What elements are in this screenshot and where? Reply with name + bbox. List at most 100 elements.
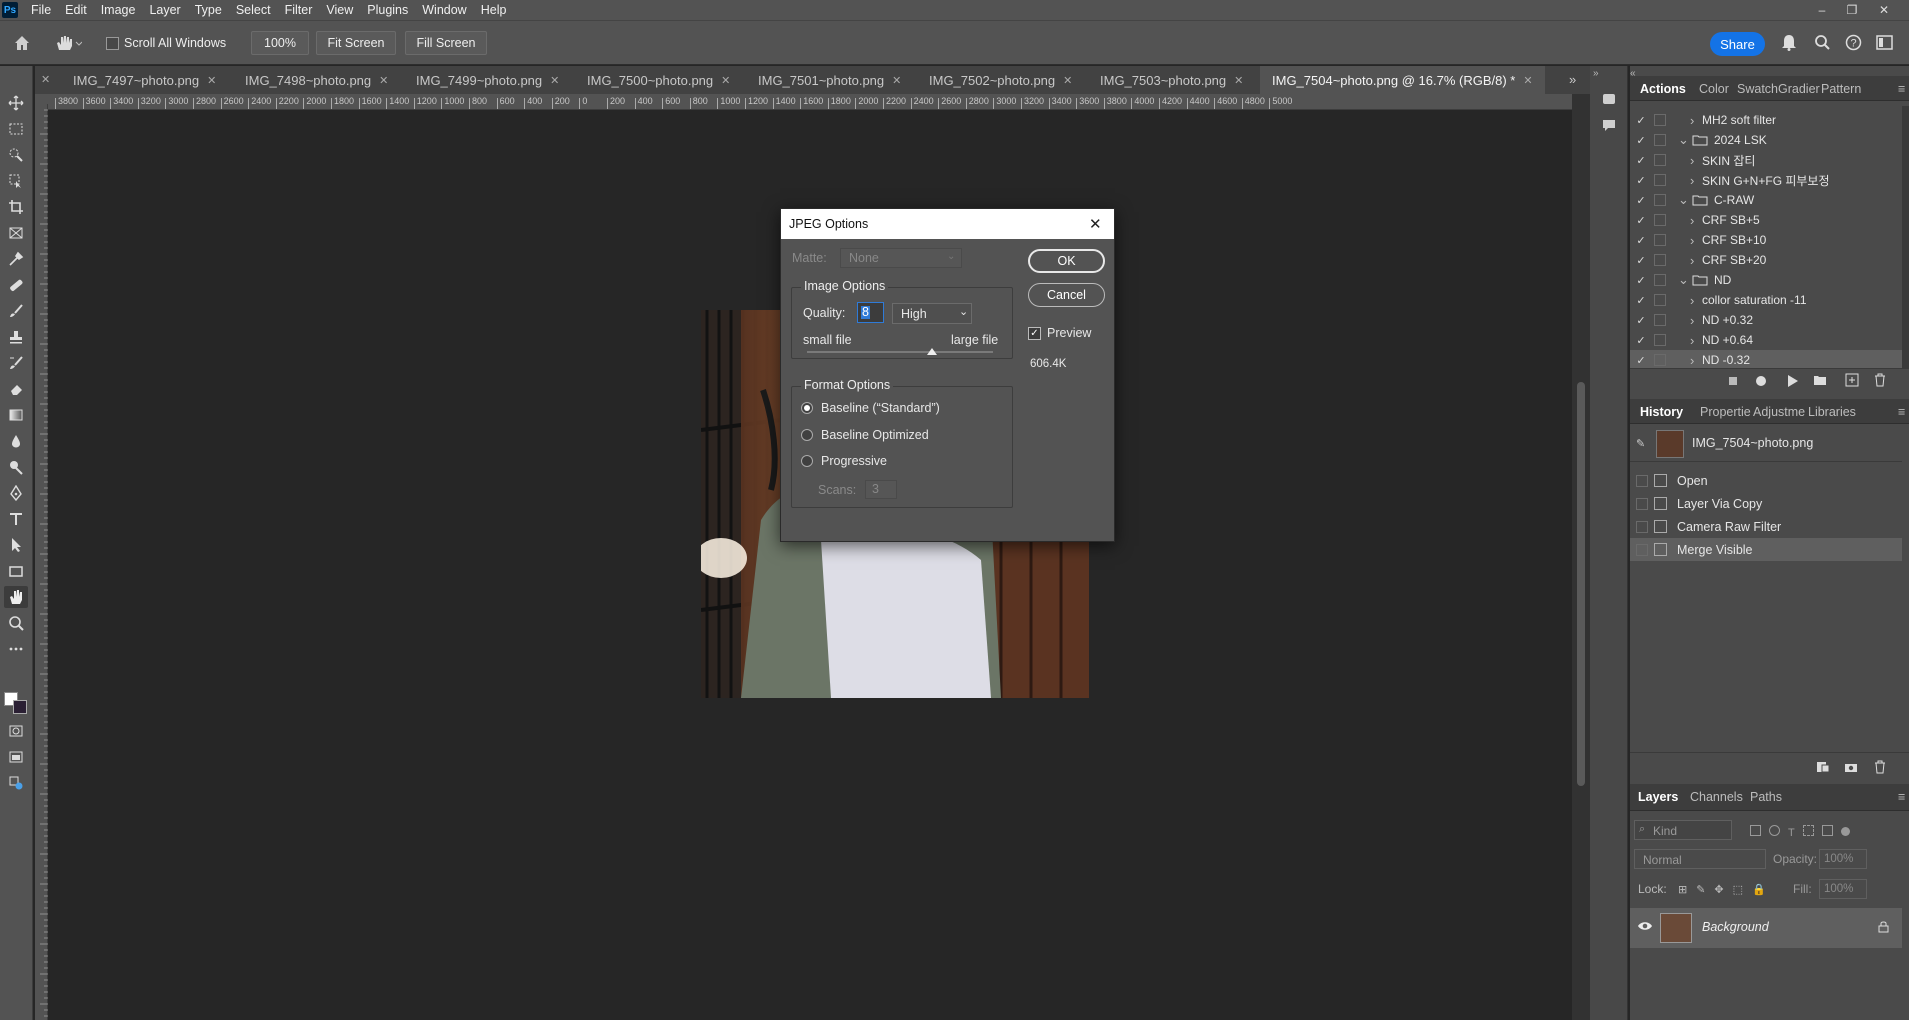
path-selection-tool-icon[interactable] bbox=[4, 534, 28, 556]
zoom-100-button[interactable]: 100% bbox=[251, 31, 309, 55]
close-tab-icon[interactable]: ✕ bbox=[379, 74, 388, 87]
camera-icon[interactable] bbox=[1844, 761, 1858, 773]
chevron-right-icon[interactable]: › bbox=[1690, 313, 1702, 328]
dodge-tool-icon[interactable] bbox=[4, 456, 28, 478]
action-row[interactable]: ✓ › ND +0.32 bbox=[1630, 310, 1902, 330]
tab-img-7503[interactable]: IMG_7503~photo.png ✕ bbox=[1100, 66, 1243, 94]
healing-brush-tool-icon[interactable] bbox=[4, 274, 28, 296]
menu-plugins[interactable]: Plugins bbox=[360, 0, 415, 20]
vertical-scrollbar[interactable] bbox=[1572, 94, 1590, 1020]
dialog-toggle-box[interactable] bbox=[1654, 254, 1666, 266]
tab-img-7499[interactable]: IMG_7499~photo.png ✕ bbox=[416, 66, 559, 94]
history-state[interactable]: Open bbox=[1630, 469, 1902, 492]
hand-tool-icon[interactable] bbox=[4, 586, 28, 608]
menu-filter[interactable]: Filter bbox=[278, 0, 320, 20]
blend-mode-select[interactable]: Normal bbox=[1634, 849, 1766, 869]
new-document-from-state-icon[interactable] bbox=[1816, 761, 1830, 773]
action-row[interactable]: ✓ › SKIN 잡티 bbox=[1630, 150, 1902, 170]
tab-history[interactable]: History bbox=[1640, 399, 1683, 424]
quick-selection-tool-icon[interactable] bbox=[4, 144, 28, 166]
chevron-right-icon[interactable]: › bbox=[1690, 253, 1702, 268]
minimize-button[interactable]: – bbox=[1808, 0, 1836, 20]
action-row[interactable]: ✓ › CRF SB+5 bbox=[1630, 210, 1902, 230]
lock-icons[interactable]: ⊞✎✥⬚🔒 bbox=[1678, 883, 1775, 896]
dialog-toggle-box[interactable] bbox=[1654, 134, 1666, 146]
panel-menu-icon[interactable]: ≡ bbox=[1898, 784, 1905, 809]
stop-icon[interactable] bbox=[1729, 377, 1737, 385]
type-tool-icon[interactable] bbox=[4, 508, 28, 530]
tab-img-7501[interactable]: IMG_7501~photo.png ✕ bbox=[758, 66, 901, 94]
dialog-toggle-box[interactable] bbox=[1654, 194, 1666, 206]
new-set-icon[interactable] bbox=[1813, 374, 1827, 386]
quality-slider-thumb[interactable] bbox=[926, 348, 937, 355]
tab-paths[interactable]: Paths bbox=[1750, 784, 1782, 809]
tab-channels[interactable]: Channels bbox=[1690, 784, 1743, 809]
clone-stamp-tool-icon[interactable] bbox=[4, 326, 28, 348]
tab-img-7502[interactable]: IMG_7502~photo.png ✕ bbox=[929, 66, 1072, 94]
history-state-selected[interactable]: Merge Visible bbox=[1630, 538, 1902, 561]
action-set-row[interactable]: ✓ ⌄ ND bbox=[1630, 270, 1902, 290]
menu-help[interactable]: Help bbox=[474, 0, 514, 20]
quality-input[interactable]: 8 bbox=[857, 302, 884, 323]
eyedropper-tool-icon[interactable] bbox=[4, 248, 28, 270]
close-tab-icon[interactable]: ✕ bbox=[892, 74, 901, 87]
menu-image[interactable]: Image bbox=[94, 0, 143, 20]
quality-slider-track[interactable] bbox=[807, 348, 993, 355]
smart-object-filter-icon[interactable] bbox=[1821, 825, 1833, 836]
action-row[interactable]: ✓ › ND -0.32 bbox=[1630, 350, 1902, 370]
action-row[interactable]: ✓ › collor saturation -11 bbox=[1630, 290, 1902, 310]
chevron-right-icon[interactable]: › bbox=[1690, 173, 1702, 188]
layer-row-background[interactable]: Background bbox=[1630, 908, 1902, 948]
dialog-toggle-box[interactable] bbox=[1654, 274, 1666, 286]
action-enabled-check-icon[interactable]: ✓ bbox=[1634, 194, 1648, 207]
marquee-tool-icon[interactable] bbox=[4, 118, 28, 140]
eye-icon[interactable] bbox=[1637, 920, 1653, 932]
baseline-optimized-radio[interactable] bbox=[801, 429, 813, 441]
menu-file[interactable]: File bbox=[24, 0, 58, 20]
help-icon[interactable]: ? bbox=[1845, 34, 1862, 51]
pen-tool-icon[interactable] bbox=[4, 482, 28, 504]
frame-tool-icon[interactable] bbox=[4, 222, 28, 244]
workspace-icon[interactable] bbox=[1876, 35, 1893, 50]
cancel-button[interactable]: Cancel bbox=[1028, 283, 1105, 307]
actions-scrollbar[interactable] bbox=[1902, 106, 1909, 378]
quality-preset-select[interactable]: High ⌄ bbox=[892, 303, 972, 324]
dialog-toggle-box[interactable] bbox=[1654, 114, 1666, 126]
chevron-right-icon[interactable]: › bbox=[1690, 153, 1702, 168]
zoom-tool-icon[interactable] bbox=[4, 612, 28, 634]
filter-toggle-icon[interactable] bbox=[1840, 827, 1850, 836]
close-tab-icon[interactable]: ✕ bbox=[550, 74, 559, 87]
chevron-down-icon[interactable]: ⌄ bbox=[1678, 192, 1690, 208]
action-enabled-check-icon[interactable]: ✓ bbox=[1634, 214, 1648, 227]
close-tab-icon[interactable]: ✕ bbox=[1234, 74, 1243, 87]
play-icon[interactable] bbox=[1788, 375, 1798, 387]
dialog-toggle-box[interactable] bbox=[1654, 174, 1666, 186]
tab-img-7497[interactable]: IMG_7497~photo.png ✕ bbox=[73, 66, 216, 94]
action-enabled-check-icon[interactable]: ✓ bbox=[1634, 334, 1648, 347]
chevron-down-icon[interactable]: ⌄ bbox=[1678, 272, 1690, 288]
tab-gradients[interactable]: Gradier bbox=[1778, 76, 1820, 101]
action-row[interactable]: ✓ › MH2 soft filter bbox=[1630, 110, 1902, 130]
tab-actions[interactable]: Actions bbox=[1640, 76, 1686, 101]
action-row[interactable]: ✓ › SKIN G+N+FG 피부보정 bbox=[1630, 170, 1902, 190]
more-tools-icon[interactable] bbox=[4, 638, 28, 660]
tab-img-7504-active[interactable]: IMG_7504~photo.png @ 16.7% (RGB/8) * ✕ bbox=[1260, 66, 1545, 94]
history-state[interactable]: Camera Raw Filter bbox=[1630, 515, 1902, 538]
history-snapshot[interactable]: ✎ IMG_7504~photo.png bbox=[1630, 426, 1902, 462]
dialog-close-icon[interactable]: ✕ bbox=[1089, 215, 1102, 233]
dialog-toggle-box[interactable] bbox=[1654, 334, 1666, 346]
bell-icon[interactable] bbox=[1781, 33, 1797, 51]
history-brush-tool-icon[interactable] bbox=[4, 352, 28, 374]
record-icon[interactable] bbox=[1756, 376, 1766, 386]
pixel-filter-icon[interactable] bbox=[1750, 825, 1761, 836]
crop-tool-icon[interactable] bbox=[4, 196, 28, 218]
fit-screen-button[interactable]: Fit Screen bbox=[316, 31, 396, 55]
glyphs-icon[interactable] bbox=[1601, 92, 1617, 106]
dialog-toggle-box[interactable] bbox=[1654, 294, 1666, 306]
action-enabled-check-icon[interactable]: ✓ bbox=[1634, 294, 1648, 307]
chevron-right-icon[interactable]: › bbox=[1690, 213, 1702, 228]
action-enabled-check-icon[interactable]: ✓ bbox=[1634, 114, 1648, 127]
fill-screen-button[interactable]: Fill Screen bbox=[405, 31, 487, 55]
gradient-tool-icon[interactable] bbox=[4, 404, 28, 426]
action-row[interactable]: ✓ › CRF SB+20 bbox=[1630, 250, 1902, 270]
